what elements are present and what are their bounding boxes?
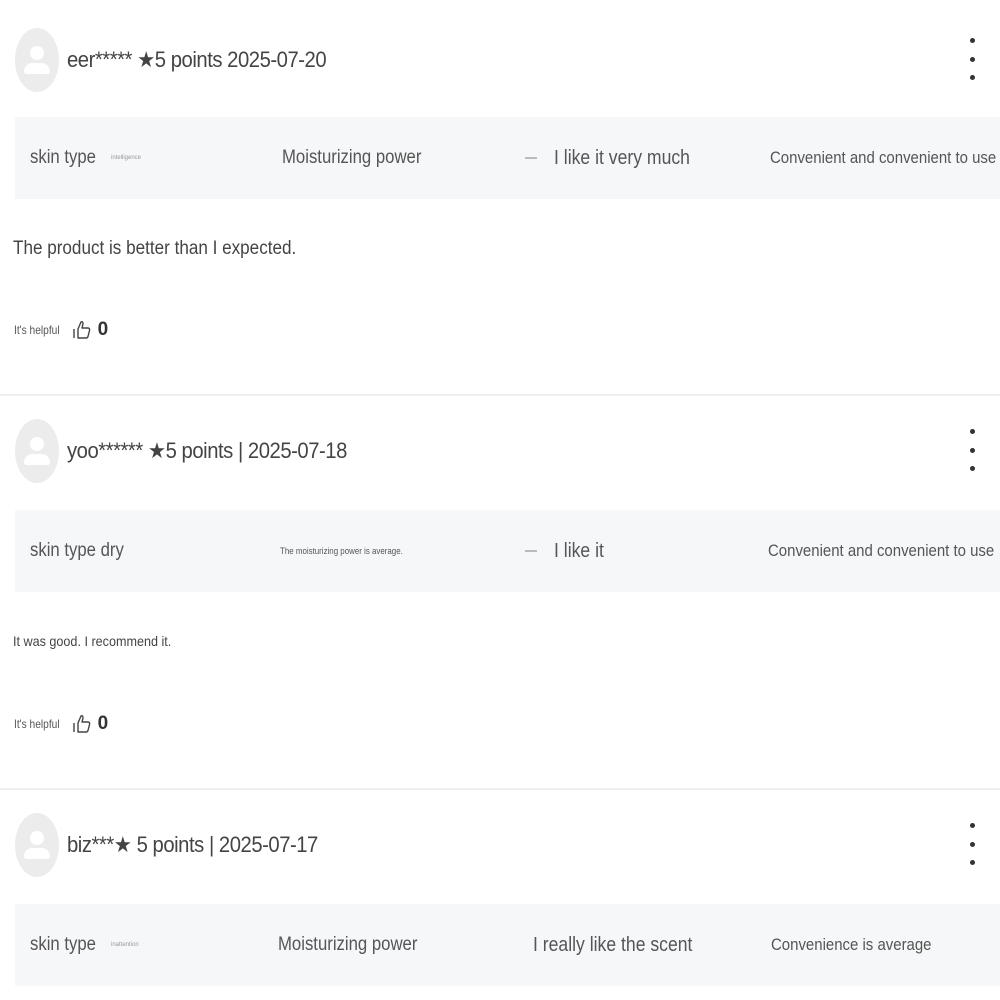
convenience-label: Convenient and convenient to use bbox=[768, 541, 995, 560]
liking-attr: I like it bbox=[525, 510, 611, 592]
convenience-label: Convenient and convenient to use bbox=[770, 148, 997, 167]
review-attributes: skin type dry The moisturizing power is … bbox=[15, 510, 1000, 592]
helpful-count: 0 bbox=[97, 713, 109, 734]
avatar bbox=[15, 813, 59, 877]
thumbs-up-icon[interactable] bbox=[72, 320, 92, 340]
thumbs-up-icon[interactable] bbox=[72, 714, 92, 734]
helpful-row: It's helpful 0 bbox=[14, 318, 108, 342]
skin-type-value: inattention bbox=[110, 942, 139, 948]
more-vertical-icon[interactable] bbox=[967, 823, 977, 865]
moisture-attr: Moisturizing power bbox=[282, 117, 440, 199]
convenience-attr: Convenient and convenient to use bbox=[768, 510, 1000, 592]
helpful-row: It's helpful 0 bbox=[14, 712, 108, 736]
moisture-attr: The moisturizing power is average. bbox=[280, 510, 420, 592]
review-attributes: skin type inattention Moisturizing power… bbox=[15, 904, 1000, 986]
liking-attr: I like it very much bbox=[525, 117, 708, 199]
avatar bbox=[15, 419, 59, 483]
review-meta: eer***** ★5 points 2025-07-20 bbox=[67, 47, 327, 72]
review-meta: biz***★ 5 points | 2025-07-17 bbox=[67, 832, 318, 857]
skin-type-label: skin type bbox=[30, 934, 96, 955]
liking-label: I really like the scent bbox=[533, 933, 693, 956]
skin-type-attr: skin type inattention bbox=[30, 904, 139, 986]
liking-label: I like it bbox=[554, 539, 604, 562]
skin-type-label: skin type dry bbox=[30, 540, 124, 561]
review-meta: yoo****** ★5 points | 2025-07-18 bbox=[67, 438, 347, 463]
liking-attr: I really like the scent bbox=[533, 904, 714, 986]
moisture-attr: Moisturizing power bbox=[278, 904, 436, 986]
dash-divider bbox=[525, 157, 537, 159]
helpful-count: 0 bbox=[97, 319, 109, 340]
moisture-label: The moisturizing power is average. bbox=[280, 546, 403, 556]
convenience-attr: Convenience is average bbox=[771, 904, 953, 986]
skin-type-attr: skin type intelligence bbox=[30, 117, 141, 199]
convenience-label: Convenience is average bbox=[771, 935, 932, 954]
review-item: yoo****** ★5 points | 2025-07-18 skin ty… bbox=[0, 394, 1000, 788]
liking-label: I like it very much bbox=[554, 146, 690, 169]
dash-divider bbox=[525, 550, 537, 552]
review-header: biz***★ 5 points | 2025-07-17 bbox=[15, 812, 985, 878]
skin-type-label: skin type bbox=[30, 147, 96, 168]
more-vertical-icon[interactable] bbox=[967, 38, 977, 80]
review-attributes: skin type intelligence Moisturizing powe… bbox=[15, 117, 1000, 199]
more-vertical-icon[interactable] bbox=[967, 429, 977, 471]
review-header: yoo****** ★5 points | 2025-07-18 bbox=[15, 418, 985, 484]
skin-type-attr: skin type dry bbox=[30, 510, 137, 592]
review-header: eer***** ★5 points 2025-07-20 bbox=[15, 27, 985, 93]
review-comment: It was good. I recommend it. bbox=[13, 633, 172, 649]
convenience-attr: Convenient and convenient to use bbox=[770, 117, 1000, 199]
review-item: eer***** ★5 points 2025-07-20 skin type … bbox=[0, 0, 1000, 394]
skin-type-value: intelligence bbox=[110, 155, 142, 161]
review-item: biz***★ 5 points | 2025-07-17 skin type … bbox=[0, 788, 1000, 1000]
helpful-label: It's helpful bbox=[14, 717, 60, 731]
moisture-label: Moisturizing power bbox=[278, 934, 418, 955]
helpful-label: It's helpful bbox=[14, 323, 60, 337]
review-comment: The product is better than I expected. bbox=[13, 238, 297, 259]
avatar bbox=[15, 28, 59, 92]
moisture-label: Moisturizing power bbox=[282, 147, 422, 168]
